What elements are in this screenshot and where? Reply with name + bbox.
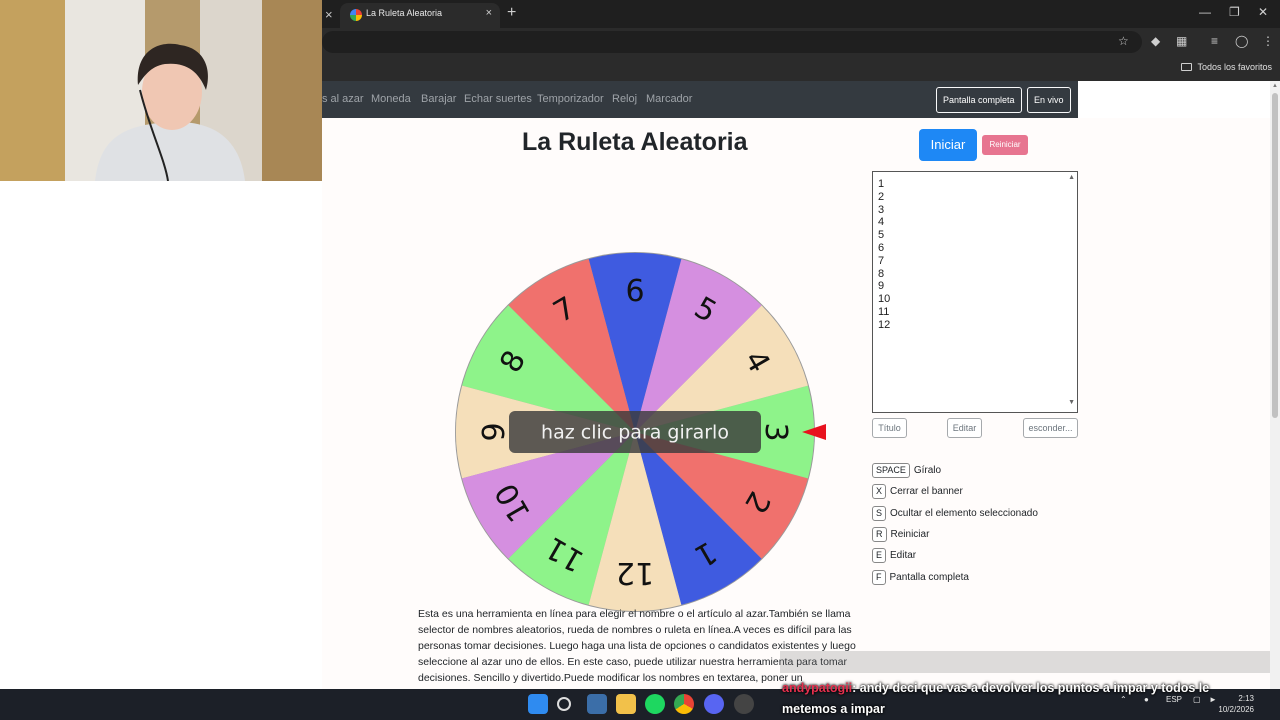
names-list-item: 8 xyxy=(878,267,885,280)
nav-item-reloj[interactable]: Reloj xyxy=(612,93,637,105)
edit-button[interactable]: Editar xyxy=(947,418,982,438)
names-list-item: 3 xyxy=(878,203,885,216)
spotify-icon[interactable] xyxy=(645,694,665,714)
folder-icon xyxy=(1181,63,1193,71)
shortcut-item: F Pantalla completa xyxy=(872,569,970,585)
shortcut-label: Reiniciar xyxy=(890,528,930,540)
page-scrollbar[interactable]: ▲ xyxy=(1270,81,1280,689)
wheel-segment-label: 9 xyxy=(477,422,512,441)
tab-la-ruleta[interactable]: La Ruleta Aleatoria × xyxy=(340,3,500,28)
shortcut-key: S xyxy=(872,505,887,521)
names-list-item: 7 xyxy=(878,254,885,267)
wheel[interactable]: 1234567891011 12haz clic para girarlo xyxy=(450,251,830,616)
names-list-item: 9 xyxy=(878,280,885,293)
minimize-icon[interactable]: — xyxy=(1199,5,1211,19)
shortcut-item: X Cerrar el banner xyxy=(872,484,963,500)
media-icon[interactable]: ≡ xyxy=(1211,34,1218,48)
nav-item-temporizador[interactable]: Temporizador xyxy=(537,93,604,105)
prev-tab-close-icon[interactable]: × xyxy=(325,7,333,22)
hide-button[interactable]: esconder... xyxy=(1023,418,1078,438)
shortcut-item: E Editar xyxy=(872,548,917,564)
chat-previous-message xyxy=(780,651,1270,673)
names-list: 1 2 3 4 5 6 7 8 9 10 11 12 xyxy=(878,178,1072,332)
nav-item-echar-suertes[interactable]: Echar suertes xyxy=(464,93,532,105)
shortcut-item: S Ocultar el elemento seleccionado xyxy=(872,505,1038,521)
fullscreen-button[interactable]: Pantalla completa xyxy=(936,87,1022,113)
shortcut-key: F xyxy=(872,569,886,585)
favicon-icon xyxy=(350,9,362,21)
reset-button[interactable]: Reiniciar xyxy=(982,135,1028,155)
shortcut-key: R xyxy=(872,526,887,542)
shortcut-label: Editar xyxy=(890,550,917,562)
names-list-item: 10 xyxy=(878,293,891,306)
shortcut-key: E xyxy=(872,548,887,564)
names-textarea[interactable]: ▲ 1 2 3 4 5 6 7 8 9 10 11 12 ▼ xyxy=(872,171,1078,413)
names-list-item: 12 xyxy=(878,318,891,331)
restore-icon[interactable]: ❐ xyxy=(1229,5,1240,19)
all-bookmarks-label: Todos los favoritos xyxy=(1197,62,1272,72)
nav-item-marcador[interactable]: Marcador xyxy=(646,93,692,105)
search-icon[interactable] xyxy=(557,697,571,711)
shortcut-label: Gíralo xyxy=(913,465,942,476)
wheel-banner-text: haz clic para girarlo xyxy=(541,422,729,444)
webcam-image xyxy=(0,0,322,181)
explorer-icon[interactable] xyxy=(616,694,636,714)
shortcut-label: Pantalla completa xyxy=(889,571,970,583)
discord-icon[interactable] xyxy=(704,694,724,714)
obs-icon[interactable] xyxy=(734,694,754,714)
scroll-up-icon[interactable]: ▲ xyxy=(1068,174,1075,181)
wheel-segment-label: 12 xyxy=(616,555,654,590)
chat-message: andypatogii: andy deci que vas a devolve… xyxy=(782,678,1242,720)
window-close-icon[interactable]: ✕ xyxy=(1258,5,1268,19)
nav-item-barajar[interactable]: Barajar xyxy=(421,93,456,105)
names-list-item: 11 xyxy=(878,305,890,318)
puzzle-icon[interactable]: ▦ xyxy=(1176,34,1187,48)
shortcut-label: Ocultar el elemento seleccionado xyxy=(890,507,1038,519)
webcam-overlay xyxy=(0,0,322,181)
scroll-down-icon[interactable]: ▼ xyxy=(1068,399,1075,406)
scrollbar-up-icon[interactable]: ▲ xyxy=(1272,83,1278,89)
chrome-icon[interactable] xyxy=(674,694,694,714)
names-list-item: 4 xyxy=(878,216,885,229)
star-icon[interactable]: ☆ xyxy=(1118,34,1129,48)
wheel-segment-label: 3 xyxy=(758,422,793,441)
tab-title: La Ruleta Aleatoria xyxy=(366,8,443,18)
shortcut-key: X xyxy=(872,484,887,500)
names-list-item: 5 xyxy=(878,229,885,242)
names-list-item: 6 xyxy=(878,241,885,254)
shortcut-item: R Reiniciar xyxy=(872,526,930,542)
wheel-segment-label: 6 xyxy=(625,274,644,309)
profile-icon[interactable]: ◯ xyxy=(1235,34,1248,48)
nav-item-azar[interactable]: s al azar xyxy=(322,93,364,105)
menu-icon[interactable]: ⋮ xyxy=(1262,34,1274,48)
shortcut-key: SPACE xyxy=(872,463,910,478)
nav-item-moneda[interactable]: Moneda xyxy=(371,93,411,105)
page-title: La Ruleta Aleatoria xyxy=(522,128,748,156)
shortcut-item: SPACE Gíralo xyxy=(872,463,941,478)
address-bar[interactable] xyxy=(322,31,1142,53)
title-button[interactable]: Título xyxy=(872,418,907,438)
names-list-item: 2 xyxy=(878,190,885,203)
extension-icon[interactable]: ◆ xyxy=(1151,34,1160,48)
description-text: Esta es una herramienta en línea para el… xyxy=(418,608,856,684)
all-bookmarks[interactable]: Todos los favoritos xyxy=(1181,62,1272,72)
names-list-item: 1 xyxy=(878,178,885,190)
close-icon[interactable]: × xyxy=(486,7,492,19)
store-icon[interactable] xyxy=(587,694,607,714)
live-button[interactable]: En vivo xyxy=(1027,87,1071,113)
new-tab-button[interactable]: + xyxy=(507,4,516,22)
scrollbar-thumb[interactable] xyxy=(1272,93,1278,418)
shortcut-label: Cerrar el banner xyxy=(890,486,963,498)
chat-username: andypatogii xyxy=(782,681,853,695)
start-icon[interactable] xyxy=(528,694,548,714)
site-navbar: s al azar Moneda Barajar Echar suertes T… xyxy=(322,81,1078,118)
start-button[interactable]: Iniciar xyxy=(919,129,977,161)
